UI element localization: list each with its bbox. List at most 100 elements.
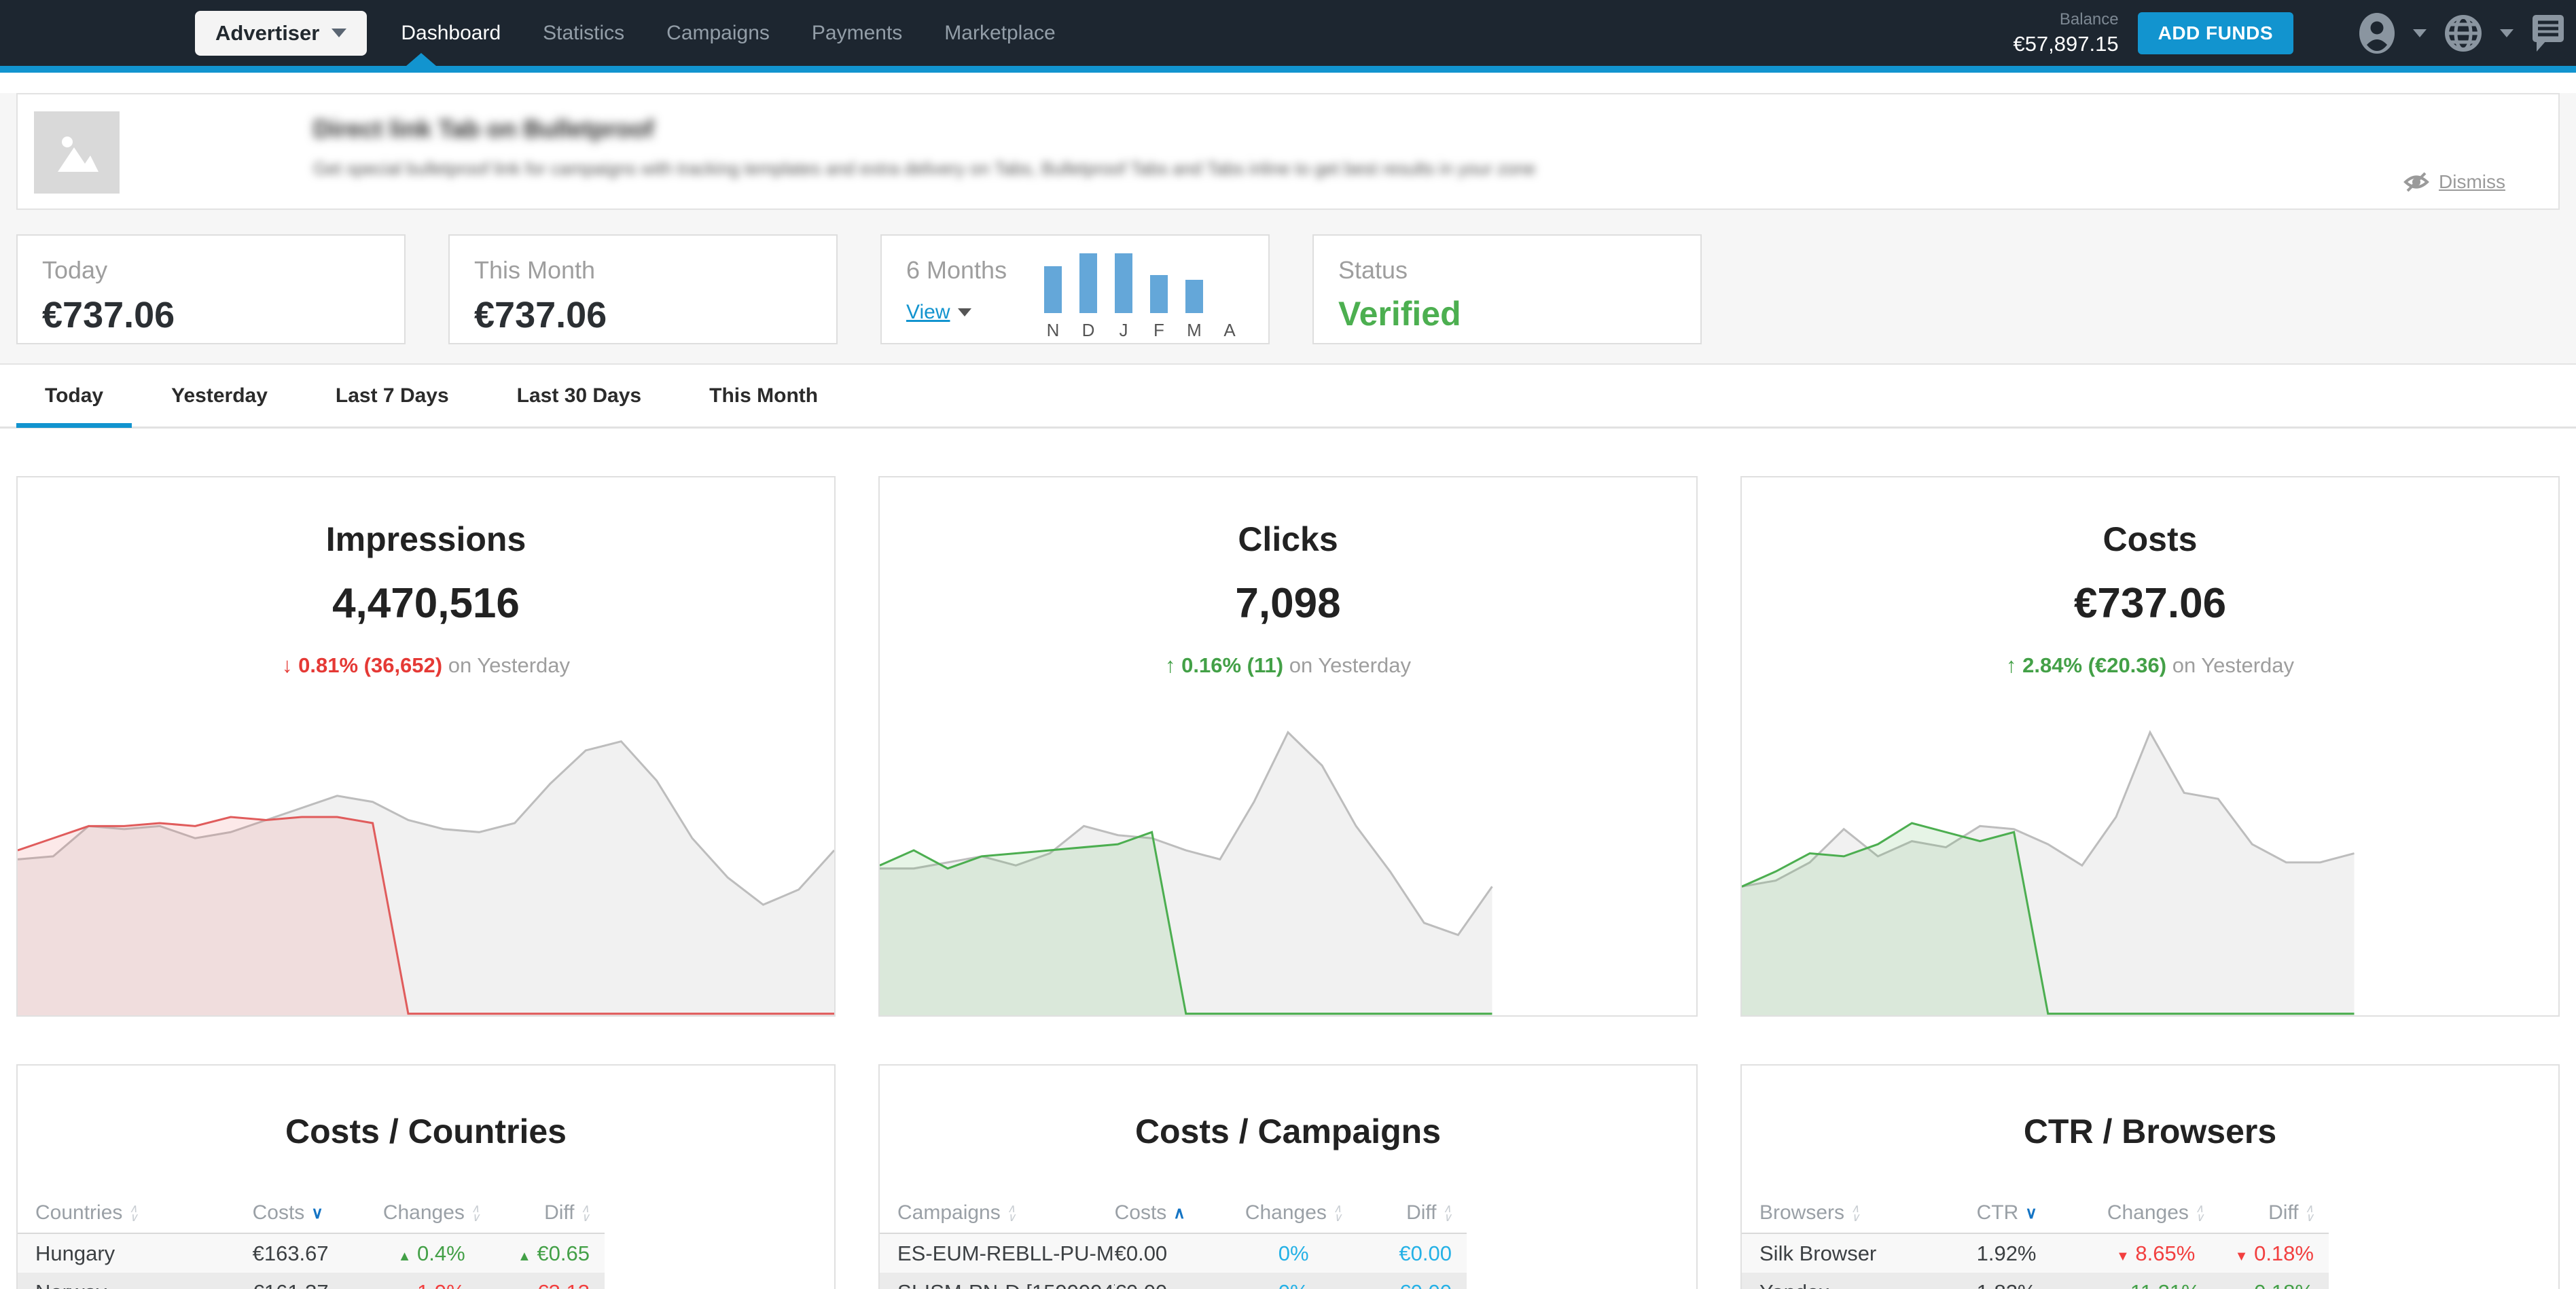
tab-last-30-days[interactable]: Last 30 Days	[488, 364, 670, 428]
tab-yesterday[interactable]: Yesterday	[143, 364, 296, 428]
account-chevron-down-icon[interactable]	[2413, 29, 2427, 37]
language-globe-icon[interactable]	[2444, 14, 2482, 52]
sort-countries[interactable]: Countries ∧∨	[18, 1201, 253, 1224]
image-placeholder-icon	[51, 127, 103, 179]
top-navbar: Advertiser Dashboard Statistics Campaign…	[0, 0, 2576, 66]
metric-title: Clicks	[880, 520, 1696, 559]
delta-suffix: on Yesterday	[2172, 653, 2294, 677]
table-row[interactable]: Hungary €163.67 ▲ 0.4% ▲ €0.65	[18, 1234, 605, 1273]
add-funds-button[interactable]: ADD FUNDS	[2138, 12, 2293, 54]
active-tab-pointer	[406, 53, 436, 66]
clicks-card: Clicks 7,098 ↑ 0.16% (11) on Yesterday	[878, 476, 1698, 1017]
delta-suffix: on Yesterday	[1289, 653, 1411, 677]
triangle-up-icon: ▲	[518, 1249, 531, 1264]
table-header: Campaigns ∧∨ Costs ∧ Changes ∧∨ Diff ∧∨	[880, 1193, 1467, 1233]
sort-diff[interactable]: Diff ∧∨	[2211, 1201, 2329, 1224]
delta-suffix: on Yesterday	[448, 653, 570, 677]
account-icon[interactable]	[2359, 12, 2395, 54]
promo-banner: Direct link Tab on Bulletproof Get speci…	[16, 93, 2560, 210]
up-arrow-icon: ↑	[1165, 653, 1176, 677]
role-selector-label: Advertiser	[215, 21, 319, 46]
language-chevron-down-icon[interactable]	[2500, 29, 2514, 37]
tab-last-7-days[interactable]: Last 7 Days	[307, 364, 478, 428]
sort-icon: ∧∨	[1007, 1204, 1016, 1222]
tab-this-month[interactable]: This Month	[681, 364, 846, 428]
table-title: Costs / Campaigns	[880, 1112, 1696, 1151]
balance-value: €57,897.15	[2013, 32, 2118, 56]
nav-payments[interactable]: Payments	[812, 22, 902, 45]
sort-desc-icon: ∨	[2025, 1203, 2037, 1223]
sort-desc-icon: ∨	[311, 1203, 323, 1223]
feedback-chat-icon[interactable]	[2531, 14, 2565, 53]
metric-value: 7,098	[880, 579, 1696, 628]
metric-cards-row: Impressions 4,470,516 ↓ 0.81% (36,652) o…	[16, 476, 2560, 1017]
up-arrow-icon: ↑	[2006, 653, 2017, 677]
chevron-down-icon	[958, 308, 971, 316]
dismiss-label: Dismiss	[2439, 171, 2505, 193]
sort-browsers[interactable]: Browsers ∧∨	[1742, 1201, 1977, 1224]
sort-icon: ∧∨	[582, 1204, 590, 1222]
sort-campaigns[interactable]: Campaigns ∧∨	[880, 1201, 1115, 1224]
six-months-view-dropdown[interactable]: View	[906, 301, 971, 324]
banner-image-placeholder	[34, 111, 120, 194]
chevron-down-icon	[332, 29, 346, 37]
costs-countries-card: Costs / Countries Countries ∧∨ Costs ∨ C…	[16, 1064, 836, 1289]
delta-text: 0.81% (36,652)	[298, 653, 442, 677]
table-cards-row: Costs / Countries Countries ∧∨ Costs ∨ C…	[16, 1064, 2560, 1289]
clicks-area-chart	[880, 703, 1696, 1015]
triangle-down-icon: ▼	[2235, 1249, 2249, 1264]
table-header: Browsers ∧∨ CTR ∨ Changes ∧∨ Diff ∧∨	[1742, 1193, 2329, 1233]
costs-campaigns-card: Costs / Campaigns Campaigns ∧∨ Costs ∧ C…	[878, 1064, 1698, 1289]
summary-label: Today	[42, 256, 404, 285]
table-row[interactable]: Yandex 1.82% ▲ 11.21% ▲ 0.18%	[1742, 1273, 2329, 1289]
view-label: View	[906, 301, 950, 324]
summary-card-today: Today €737.06	[16, 234, 406, 344]
role-selector-dropdown[interactable]: Advertiser	[195, 11, 367, 56]
main-nav: Dashboard Statistics Campaigns Payments …	[401, 22, 1055, 45]
balance: Balance €57,897.15	[2013, 10, 2118, 56]
mini-bar-M: M	[1185, 253, 1203, 341]
banner-description-redacted: Get special bulletproof link for campaig…	[313, 158, 1535, 179]
sort-icon: ∧∨	[2306, 1204, 2314, 1222]
sort-changes[interactable]: Changes ∧∨	[2100, 1201, 2211, 1224]
metric-title: Impressions	[18, 520, 834, 559]
delta-text: 2.84% (€20.36)	[2022, 653, 2166, 677]
sort-costs[interactable]: Costs ∨	[253, 1201, 376, 1224]
summary-cards-row: Today €737.06 This Month €737.06 6 Month…	[16, 234, 2560, 344]
metric-value: €737.06	[1742, 579, 2558, 628]
brand-accent-bar	[0, 66, 2576, 73]
sort-icon: ∧∨	[1334, 1204, 1342, 1222]
mini-bar-D: D	[1079, 253, 1097, 341]
table-row[interactable]: SI-ISM-PN-D [1599994] €0.00 0% €0.00	[880, 1273, 1467, 1289]
nav-statistics[interactable]: Statistics	[543, 22, 624, 45]
mini-bar-A: A	[1221, 253, 1238, 341]
sort-icon: ∧∨	[1851, 1204, 1859, 1222]
status-badge: Verified	[1338, 294, 1700, 333]
nav-campaigns[interactable]: Campaigns	[666, 22, 770, 45]
down-arrow-icon: ↓	[282, 653, 293, 677]
summary-value: €737.06	[474, 294, 836, 336]
six-months-bar-chart: NDJFMA	[1044, 253, 1238, 341]
metric-delta: ↑ 0.16% (11) on Yesterday	[880, 653, 1696, 678]
nav-marketplace[interactable]: Marketplace	[944, 22, 1055, 45]
sort-changes[interactable]: Changes ∧∨	[376, 1201, 487, 1224]
banner-dismiss[interactable]: Dismiss	[2403, 170, 2505, 194]
triangle-down-icon: ▼	[2116, 1249, 2130, 1264]
summary-card-six-months: 6 Months View NDJFMA	[880, 234, 1270, 344]
tab-today[interactable]: Today	[16, 364, 132, 428]
summary-card-status: Status Verified	[1312, 234, 1702, 344]
metric-value: 4,470,516	[18, 579, 834, 628]
table-row[interactable]: Silk Browser 1.92% ▼ 8.65% ▼ 0.18%	[1742, 1234, 2329, 1273]
sort-costs[interactable]: Costs ∧	[1115, 1201, 1238, 1224]
table-row[interactable]: ES-EUM-REBLL-PU-M [F €0.00 0% €0.00	[880, 1234, 1467, 1273]
summary-label: This Month	[474, 256, 836, 285]
costs-area-chart	[1742, 703, 2558, 1015]
sort-diff[interactable]: Diff ∧∨	[1349, 1201, 1467, 1224]
sort-diff[interactable]: Diff ∧∨	[487, 1201, 605, 1224]
table-title: Costs / Countries	[18, 1112, 834, 1151]
sort-icon: ∧∨	[471, 1204, 480, 1222]
sort-changes[interactable]: Changes ∧∨	[1238, 1201, 1349, 1224]
table-row[interactable]: Norway €161.37 ▼ 1.9% ▼ €3.13	[18, 1273, 605, 1289]
sort-ctr[interactable]: CTR ∨	[1977, 1201, 2100, 1224]
nav-dashboard[interactable]: Dashboard	[401, 22, 501, 45]
